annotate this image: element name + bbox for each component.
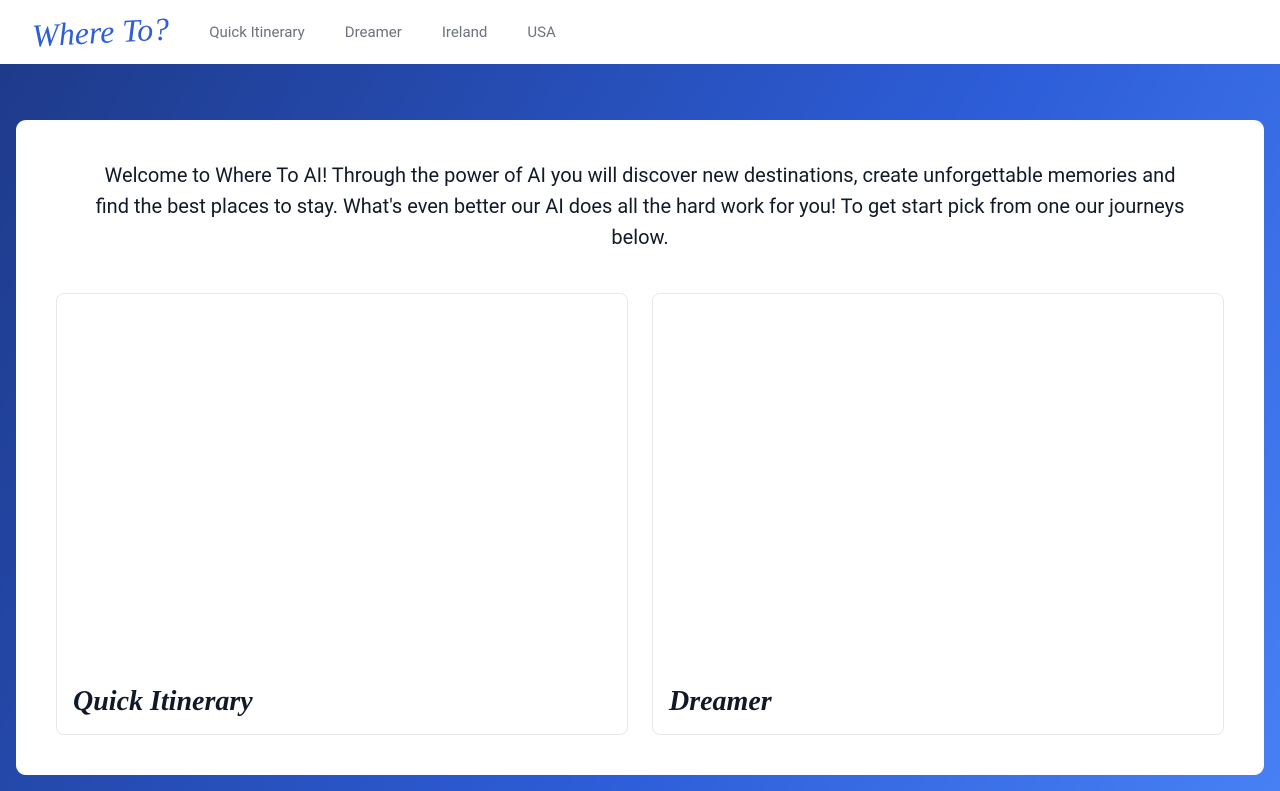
nav-link-usa[interactable]: USA — [527, 23, 555, 41]
hero-section: Welcome to Where To AI! Through the powe… — [0, 64, 1280, 791]
content-wrapper: Welcome to Where To AI! Through the powe… — [16, 120, 1264, 775]
card-dreamer[interactable]: Dreamer — [652, 293, 1224, 735]
welcome-text: Welcome to Where To AI! Through the powe… — [90, 160, 1190, 253]
cards-container: Quick Itinerary Dreamer — [56, 293, 1224, 735]
card-image-placeholder — [57, 294, 627, 670]
card-title: Dreamer — [653, 670, 1223, 734]
nav-link-ireland[interactable]: Ireland — [442, 23, 488, 41]
nav-link-dreamer[interactable]: Dreamer — [345, 23, 402, 41]
nav-link-quick-itinerary[interactable]: Quick Itinerary — [209, 23, 305, 41]
navbar: Where To? Quick Itinerary Dreamer Irelan… — [0, 0, 1280, 64]
logo[interactable]: Where To? — [31, 10, 170, 54]
card-title: Quick Itinerary — [57, 670, 627, 734]
card-quick-itinerary[interactable]: Quick Itinerary — [56, 293, 628, 735]
nav-links: Quick Itinerary Dreamer Ireland USA — [209, 23, 556, 41]
card-image-placeholder — [653, 294, 1223, 670]
